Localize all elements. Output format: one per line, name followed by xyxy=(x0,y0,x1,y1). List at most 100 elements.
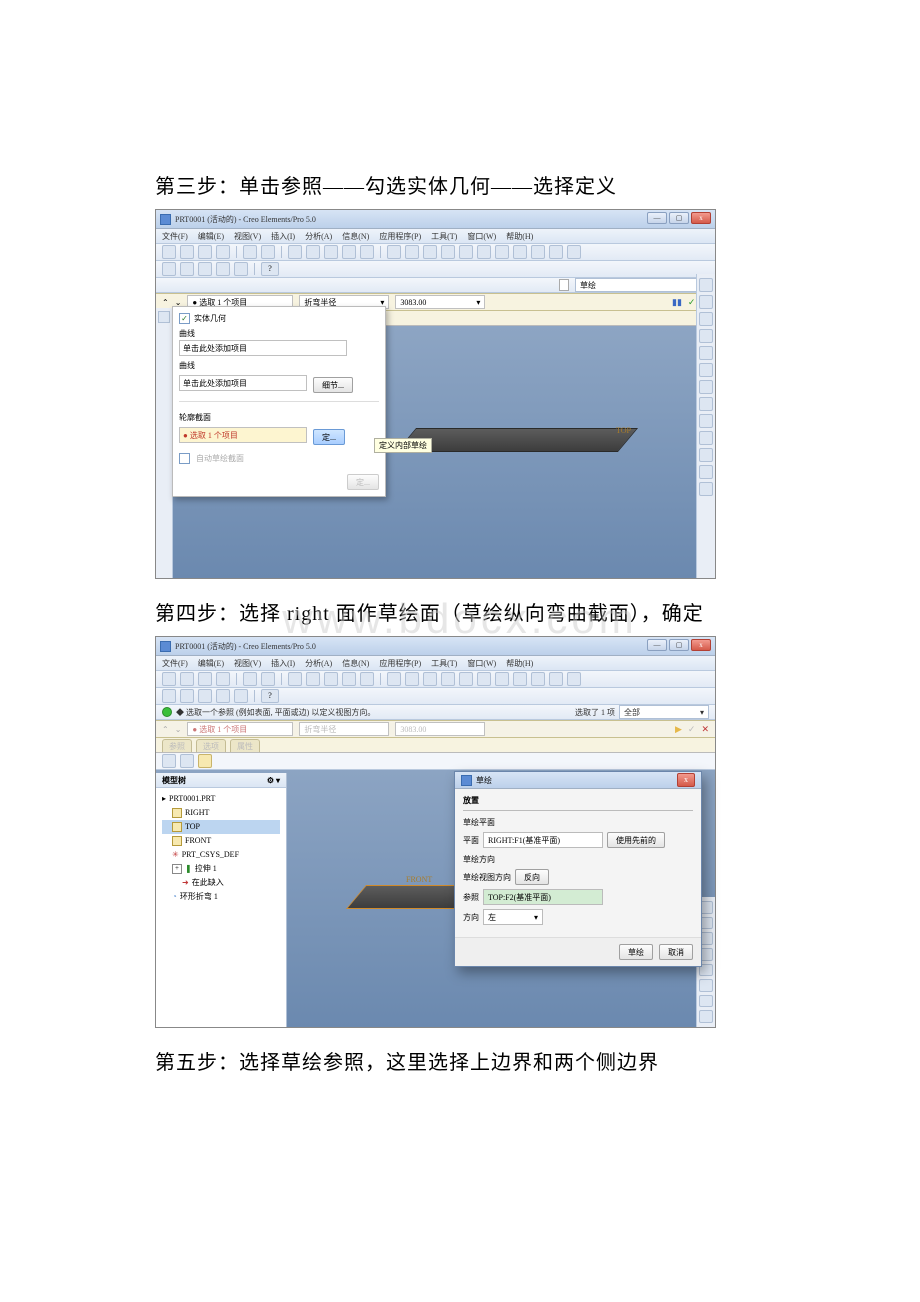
tree-item[interactable]: RIGHT xyxy=(162,806,280,820)
tbtn[interactable] xyxy=(306,245,320,259)
pause-button[interactable]: ▮▮ xyxy=(672,297,682,308)
menu-info[interactable]: 信息(N) xyxy=(342,658,369,669)
tbtn[interactable] xyxy=(306,672,320,686)
menu-apps[interactable]: 应用程序(P) xyxy=(379,658,421,669)
tbtn[interactable] xyxy=(180,754,194,768)
rtool[interactable] xyxy=(699,346,713,360)
solid-geom-checkbox[interactable]: ✓ xyxy=(179,313,190,324)
tbtn[interactable] xyxy=(549,672,563,686)
tbtn[interactable] xyxy=(261,245,275,259)
tbtn[interactable] xyxy=(162,262,176,276)
tbtn[interactable] xyxy=(216,672,230,686)
rtool[interactable] xyxy=(699,380,713,394)
tbtn[interactable] xyxy=(180,245,194,259)
tbtn[interactable] xyxy=(441,245,455,259)
tbtn[interactable] xyxy=(288,672,302,686)
tbtn[interactable] xyxy=(495,672,509,686)
menu-tools[interactable]: 工具(T) xyxy=(431,231,457,242)
resume-button[interactable]: ▶ xyxy=(675,724,682,735)
dialog-tab-placement[interactable]: 放置 xyxy=(463,795,693,811)
tbtn[interactable] xyxy=(549,245,563,259)
rtool[interactable] xyxy=(699,312,713,326)
tbtn[interactable] xyxy=(243,672,257,686)
menu-view[interactable]: 视图(V) xyxy=(234,231,261,242)
tbtn[interactable] xyxy=(198,689,212,703)
tbtn[interactable] xyxy=(180,689,194,703)
filter-dropdown[interactable]: 全部▾ xyxy=(619,705,709,719)
tbtn[interactable] xyxy=(405,672,419,686)
close-button[interactable]: x xyxy=(691,639,711,651)
menu-insert[interactable]: 插入(I) xyxy=(271,231,295,242)
rtool[interactable] xyxy=(699,397,713,411)
tbtn[interactable] xyxy=(531,672,545,686)
rtool[interactable] xyxy=(699,363,713,377)
menu-help[interactable]: 帮助(H) xyxy=(506,658,533,669)
rtool[interactable] xyxy=(699,448,713,462)
minimize-button[interactable]: — xyxy=(647,639,667,651)
tbtn[interactable] xyxy=(162,672,176,686)
reference-field[interactable]: TOP:F2(基准平面) xyxy=(483,889,603,905)
tbtn[interactable] xyxy=(216,262,230,276)
tree-item[interactable]: ✳PRT_CSYS_DEF xyxy=(162,848,280,862)
tree-item[interactable]: ◔环形折弯 1 xyxy=(162,890,280,904)
tbtn[interactable] xyxy=(261,672,275,686)
tbtn[interactable] xyxy=(216,689,230,703)
menu-window[interactable]: 窗口(W) xyxy=(467,658,496,669)
tbtn[interactable] xyxy=(360,245,374,259)
menu-window[interactable]: 窗口(W) xyxy=(467,231,496,242)
filter-dropdown[interactable]: 草绘▾ xyxy=(575,278,705,292)
menu-help[interactable]: 帮助(H) xyxy=(506,231,533,242)
rtool[interactable] xyxy=(699,995,713,1008)
value-field[interactable]: 3083.00▾ xyxy=(395,295,485,309)
menu-file[interactable]: 文件(F) xyxy=(162,231,188,242)
tbtn[interactable] xyxy=(495,245,509,259)
tbtn[interactable] xyxy=(423,672,437,686)
tbtn[interactable] xyxy=(180,262,194,276)
tree-toggle-icon[interactable] xyxy=(158,311,170,323)
tbtn[interactable] xyxy=(387,672,401,686)
tbtn[interactable] xyxy=(342,672,356,686)
close-button[interactable]: x xyxy=(691,212,711,224)
tbtn[interactable] xyxy=(180,672,194,686)
sketch-ok-button[interactable]: 草绘 xyxy=(619,944,653,960)
tbtn[interactable] xyxy=(162,245,176,259)
plane-field[interactable]: RIGHT:F1(基准平面) xyxy=(483,832,603,848)
tbtn[interactable] xyxy=(324,245,338,259)
minimize-button[interactable]: — xyxy=(647,212,667,224)
curve-collector-2[interactable]: 单击此处添加项目 xyxy=(179,375,307,391)
menu-edit[interactable]: 编辑(E) xyxy=(198,231,224,242)
chevron-up-icon[interactable]: ⌃ xyxy=(162,298,169,307)
tree-item[interactable]: +❚拉伸 1 xyxy=(162,862,280,876)
menu-file[interactable]: 文件(F) xyxy=(162,658,188,669)
tree-item[interactable]: FRONT xyxy=(162,834,280,848)
tbtn[interactable] xyxy=(531,245,545,259)
tbtn[interactable] xyxy=(198,262,212,276)
tbtn[interactable] xyxy=(162,754,176,768)
tbtn[interactable] xyxy=(513,672,527,686)
section-collector[interactable]: ● 选取 1 个项目 xyxy=(179,427,307,443)
tbtn[interactable] xyxy=(423,245,437,259)
rtool[interactable] xyxy=(699,1010,713,1023)
tbtn[interactable] xyxy=(477,672,491,686)
ok-button[interactable]: ✓ xyxy=(688,297,696,308)
dialog-close-button[interactable]: x xyxy=(677,773,695,787)
rtool[interactable] xyxy=(699,295,713,309)
auto-sketch-checkbox[interactable] xyxy=(179,453,190,464)
rtool[interactable] xyxy=(699,979,713,992)
tbtn[interactable] xyxy=(198,754,212,768)
rtool[interactable] xyxy=(699,278,713,292)
menu-analysis[interactable]: 分析(A) xyxy=(305,231,332,242)
define-button[interactable]: 定... xyxy=(313,429,345,445)
tbtn[interactable] xyxy=(360,672,374,686)
maximize-button[interactable]: ▢ xyxy=(669,212,689,224)
tbtn[interactable] xyxy=(243,245,257,259)
tree-item[interactable]: ➜在此缺入 xyxy=(162,876,280,890)
curve-collector-1[interactable]: 单击此处添加项目 xyxy=(179,340,347,356)
sketch-cancel-button[interactable]: 取消 xyxy=(659,944,693,960)
help-icon[interactable]: ? xyxy=(261,689,279,703)
tbtn[interactable] xyxy=(567,672,581,686)
menu-view[interactable]: 视图(V) xyxy=(234,658,261,669)
flip-button[interactable]: 反向 xyxy=(515,869,549,885)
tbtn[interactable] xyxy=(387,245,401,259)
menu-edit[interactable]: 编辑(E) xyxy=(198,658,224,669)
